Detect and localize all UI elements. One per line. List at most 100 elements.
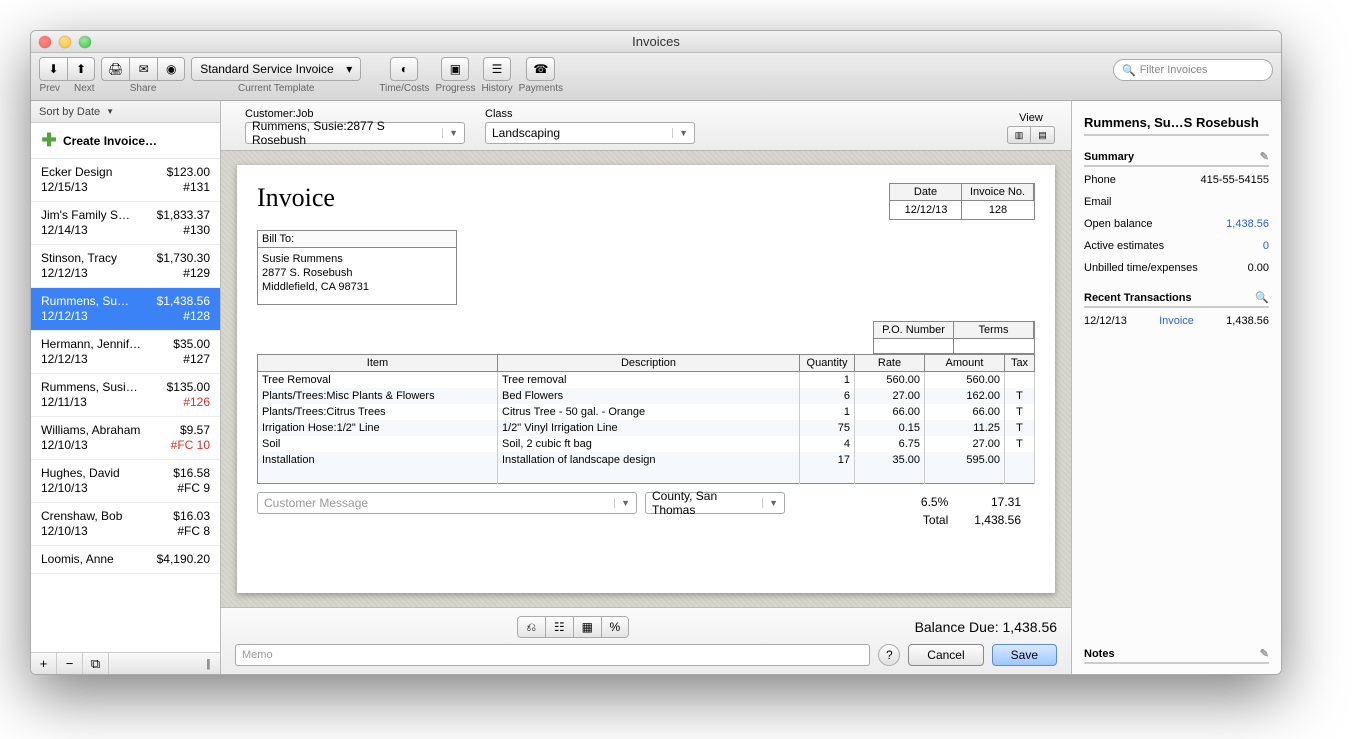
table-row[interactable]: SoilSoil, 2 cubic ft bag46.7527.00T <box>258 436 1035 452</box>
search-placeholder: Filter Invoices <box>1140 64 1208 76</box>
resize-handle[interactable]: ||| <box>206 658 220 670</box>
summary-pane: Rummens, Su…S Rosebush Summary ✎ Phone41… <box>1071 101 1281 674</box>
create-invoice-button[interactable]: ✚ Create Invoice… <box>31 123 220 159</box>
progress-label: Progress <box>435 83 475 94</box>
list-item[interactable]: Hermann, Jennif…12/12/13 $35.00#127 <box>31 331 220 374</box>
template-value: Standard Service Invoice <box>200 62 333 76</box>
list-item[interactable]: Ecker Design12/15/13 $123.00#131 <box>31 159 220 202</box>
payments-button[interactable]: ☎ <box>526 57 555 81</box>
invoice-document: Invoice Date 12/12/13 Invoice No. 128 <box>237 165 1055 593</box>
preview-button[interactable]: ◉ <box>157 57 185 81</box>
list-footer: + − ⧉ ||| <box>31 652 220 674</box>
table-row[interactable]: Plants/Trees:Misc Plants & FlowersBed Fl… <box>258 388 1035 404</box>
calendar-button[interactable]: ▦ <box>573 616 601 638</box>
timecosts-button[interactable]: ◐ <box>390 57 418 81</box>
customer-message-select[interactable]: Customer Message ▼ <box>257 492 637 514</box>
edit-icon[interactable]: ✎ <box>1260 150 1269 163</box>
invoice-meta: Date 12/12/13 Invoice No. 128 <box>889 183 1035 220</box>
table-row[interactable]: Tree RemovalTree removal1560.00560.00 <box>258 372 1035 388</box>
tax-select[interactable]: County, San Thomas ▼ <box>645 492 785 514</box>
terms-value[interactable] <box>954 339 1034 353</box>
help-button[interactable]: ? <box>878 644 900 666</box>
duplicate-button[interactable]: ⧉ <box>83 653 109 674</box>
sched-button[interactable]: ☷ <box>545 616 573 638</box>
template-select[interactable]: Standard Service Invoice ▾ <box>191 57 361 81</box>
list-item[interactable]: Loomis, Anne $4,190.20 <box>31 546 220 574</box>
table-row[interactable]: InstallationInstallation of landscape de… <box>258 452 1035 468</box>
percent-button[interactable]: % <box>601 616 629 638</box>
unbilled-value: 0.00 <box>1248 262 1269 274</box>
date-value[interactable]: 12/12/13 <box>890 201 962 219</box>
unbilled-label: Unbilled time/expenses <box>1084 262 1198 274</box>
summary-title: Rummens, Su…S Rosebush <box>1084 111 1269 136</box>
list-item[interactable]: Hughes, David12/10/13 $16.58#FC 9 <box>31 460 220 503</box>
memo-input[interactable]: Memo <box>235 644 870 666</box>
print-button[interactable]: 🖨 <box>101 57 129 81</box>
search-icon: 🔍 <box>1122 64 1136 77</box>
tax-rate: 6.5% <box>909 494 960 510</box>
col-amount: Amount <box>925 355 1005 372</box>
class-select[interactable]: Landscaping ▼ <box>485 122 695 144</box>
next-button[interactable]: ⬆ <box>67 57 95 81</box>
search-icon[interactable]: 🔍 <box>1255 291 1269 304</box>
list-item[interactable]: Crenshaw, Bob12/10/13 $16.03#FC 8 <box>31 503 220 546</box>
po-value[interactable] <box>874 339 954 353</box>
timecosts-label: Time/Costs <box>379 83 429 94</box>
transaction-row[interactable]: 12/12/13 Invoice 1,438.56 <box>1084 312 1269 330</box>
bill-to-box: Bill To: Susie Rummens 2877 S. Rosebush … <box>257 230 457 305</box>
cancel-button[interactable]: Cancel <box>908 644 983 666</box>
phone-label: Phone <box>1084 174 1116 186</box>
list-item[interactable]: Williams, Abraham12/10/13 $9.57#FC 10 <box>31 417 220 460</box>
transaction-type: Invoice <box>1159 315 1194 327</box>
list-item[interactable]: Stinson, Tracy12/12/13 $1,730.30#129 <box>31 245 220 288</box>
split-button[interactable]: ⎌ <box>517 616 545 638</box>
col-item: Item <box>258 355 498 372</box>
customer-select[interactable]: Rummens, Susie:2877 S Rosebush ▼ <box>245 122 465 144</box>
col-desc: Description <box>498 355 800 372</box>
invoice-list-pane: Sort by Date ▼ ✚ Create Invoice… Ecker D… <box>31 101 221 674</box>
titlebar: Invoices <box>31 31 1281 53</box>
remove-button[interactable]: − <box>57 653 83 674</box>
transaction-amount: 1,438.56 <box>1226 315 1269 327</box>
phone-value: 415-55-54155 <box>1200 174 1269 186</box>
invoice-editor: Customer:Job Rummens, Susie:2877 S Roseb… <box>221 101 1071 674</box>
list-item[interactable]: Rummens, Su…12/12/13 $1,438.56#128 <box>31 288 220 331</box>
view-mode-2[interactable]: ▤ <box>1031 126 1055 144</box>
balance-due-label: Balance Due: <box>915 619 999 635</box>
edit-icon[interactable]: ✎ <box>1260 647 1269 660</box>
invoices-window: Invoices ⬇ ⬆ Prev Next 🖨 ✉ ◉ Share Stand… <box>30 30 1282 675</box>
payments-label: Payments <box>519 83 563 94</box>
table-row[interactable] <box>258 468 1035 484</box>
view-mode-1[interactable]: ▥ <box>1007 126 1031 144</box>
prev-button[interactable]: ⬇ <box>39 57 67 81</box>
template-label: Current Template <box>238 83 315 94</box>
chevron-down-icon: ▼ <box>106 107 114 116</box>
totals: 6.5% 17.31 Total 1,438.56 <box>907 492 1035 530</box>
chevron-down-icon: ▼ <box>442 128 458 138</box>
list-item[interactable]: Jim's Family S…12/14/13 $1,833.37#130 <box>31 202 220 245</box>
bill-to-address[interactable]: Susie Rummens 2877 S. Rosebush Middlefie… <box>258 248 456 304</box>
share-label: Share <box>130 83 157 94</box>
table-row[interactable]: Plants/Trees:Citrus TreesCitrus Tree - 5… <box>258 404 1035 420</box>
history-button[interactable]: ☰ <box>483 57 511 81</box>
invoice-title: Invoice <box>257 183 335 220</box>
save-button[interactable]: Save <box>992 644 1057 666</box>
open-balance-label: Open balance <box>1084 218 1153 230</box>
chevron-down-icon: ▾ <box>346 62 352 76</box>
sort-bar[interactable]: Sort by Date ▼ <box>31 101 220 123</box>
invoice-num-value[interactable]: 128 <box>962 201 1034 219</box>
balance-due-value: 1,438.56 <box>1003 619 1058 635</box>
add-button[interactable]: + <box>31 653 57 674</box>
open-balance-value[interactable]: 1,438.56 <box>1226 218 1269 230</box>
list-item[interactable]: Rummens, Susi…12/11/13 $135.00#126 <box>31 374 220 417</box>
table-row[interactable]: Irrigation Hose:1/2" Line1/2" Vinyl Irri… <box>258 420 1035 436</box>
progress-button[interactable]: ▣ <box>441 57 469 81</box>
email-button[interactable]: ✉ <box>129 57 157 81</box>
next-label: Next <box>74 83 95 94</box>
line-items-table: Item Description Quantity Rate Amount Ta… <box>257 354 1035 484</box>
active-estimates-value[interactable]: 0 <box>1263 240 1269 252</box>
col-qty: Quantity <box>800 355 855 372</box>
class-label: Class <box>485 108 695 120</box>
search-input[interactable]: 🔍 Filter Invoices <box>1113 59 1273 81</box>
chevron-down-icon: ▼ <box>614 498 630 508</box>
